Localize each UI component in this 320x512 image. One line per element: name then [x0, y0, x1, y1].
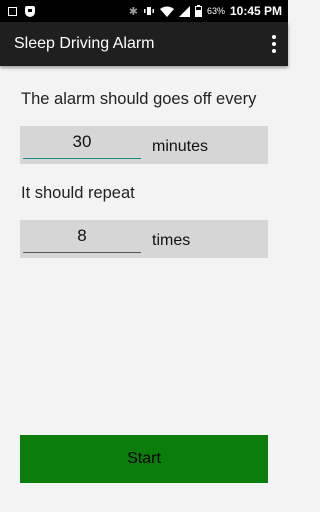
shield-icon [25, 5, 35, 17]
status-bar: ✱ 63% 10:45 PM [0, 0, 288, 22]
bluetooth-icon: ✱ [128, 5, 138, 18]
battery-percent: 63% [206, 6, 225, 16]
app-bar: Sleep Driving Alarm [0, 22, 288, 66]
wifi-icon [159, 6, 174, 17]
interval-row: 30 minutes [20, 126, 268, 164]
interval-unit-label: minutes [152, 138, 209, 155]
signal-icon [178, 5, 190, 17]
start-button[interactable]: Start [20, 435, 268, 483]
app-title: Sleep Driving Alarm [14, 35, 155, 52]
square-icon [8, 6, 17, 16]
repeat-row: 8 times [20, 220, 268, 258]
vibrate-icon [143, 7, 154, 15]
repeat-unit-label: times [152, 232, 191, 249]
interval-input[interactable]: 30 [23, 132, 141, 159]
overflow-menu-icon[interactable] [260, 22, 288, 66]
repeat-input[interactable]: 8 [23, 226, 141, 253]
battery-icon [194, 5, 202, 17]
interval-label: The alarm should goes off every [21, 90, 257, 108]
clock: 10:45 PM [229, 4, 282, 18]
repeat-label: It should repeat [21, 184, 135, 202]
